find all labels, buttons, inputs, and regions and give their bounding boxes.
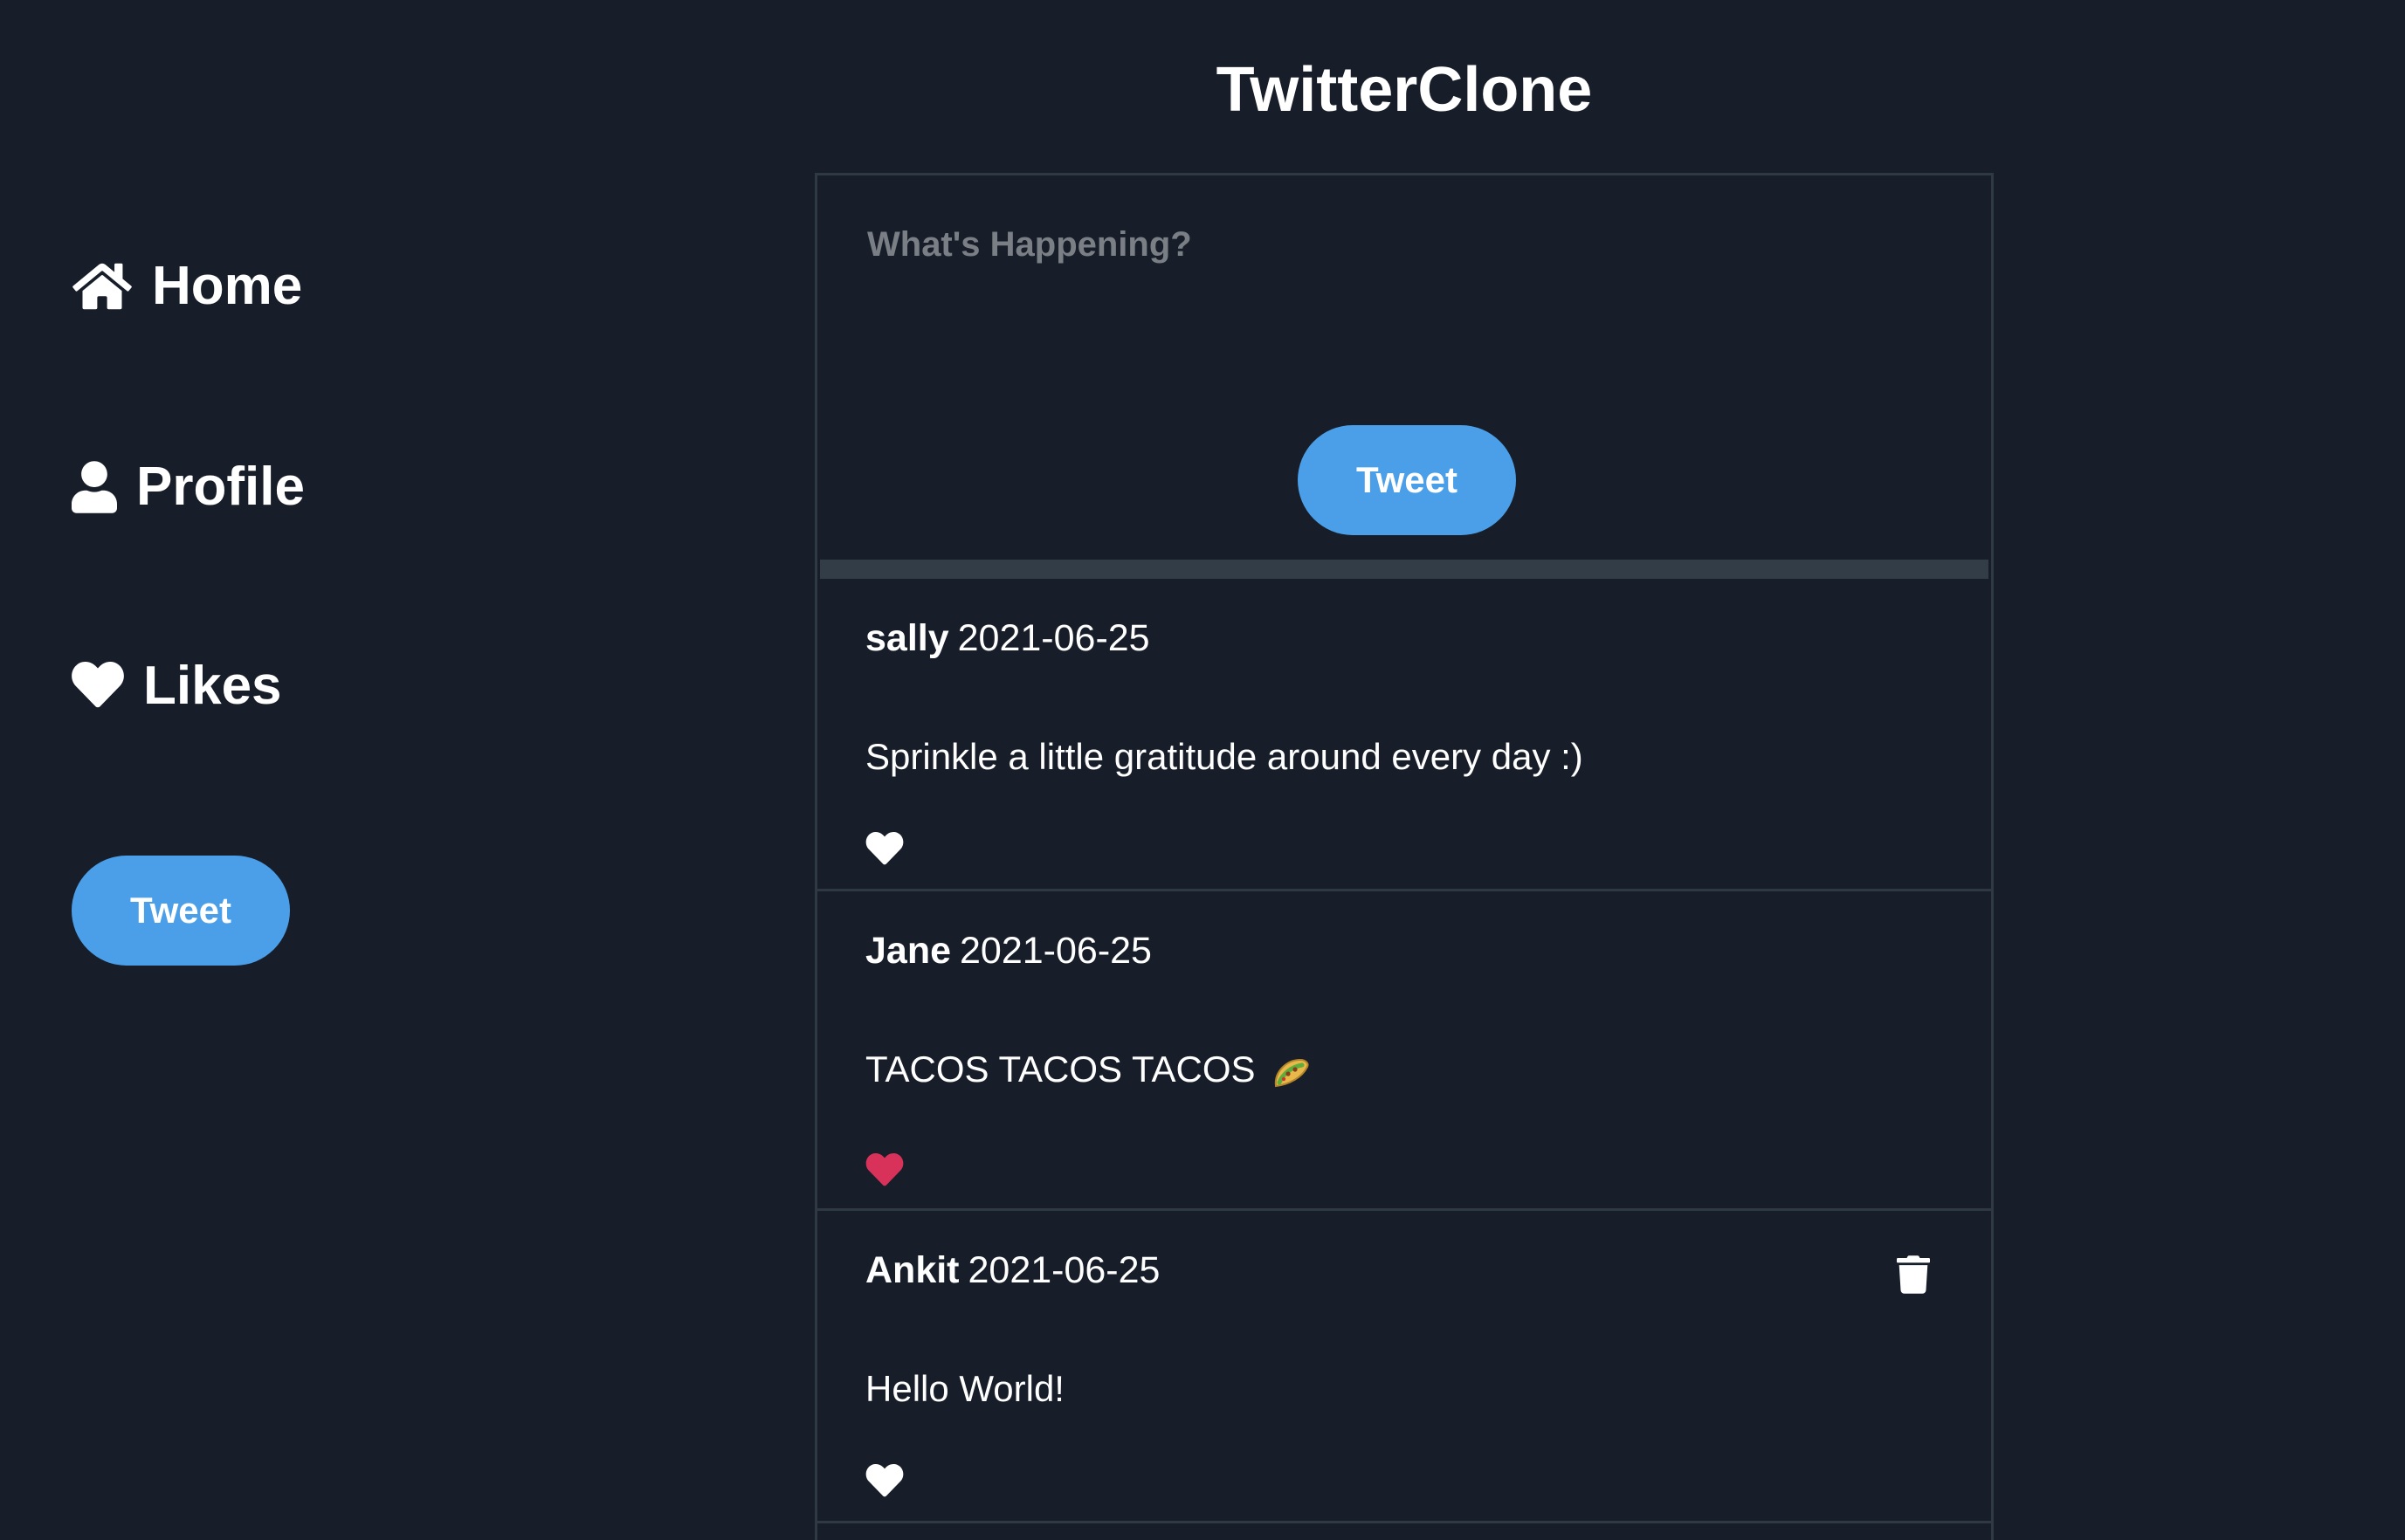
liked-heart-icon[interactable]: [865, 1153, 904, 1188]
tweet-header: sally 2021-06-25: [865, 617, 1150, 660]
heart-icon: [72, 661, 124, 711]
sidebar-item-home[interactable]: Home: [72, 255, 302, 317]
composer-tweet-button[interactable]: Tweet: [1298, 425, 1516, 535]
tweet-username[interactable]: sally: [865, 617, 949, 659]
tweet-item: Ankit 2021-06-25 Hello World!: [817, 1211, 1991, 1523]
page: Home Profile Likes Tweet TwitterClone Tw…: [0, 0, 2405, 1540]
like-heart-icon[interactable]: [865, 1464, 904, 1499]
tweet-header: Jane 2021-06-25: [865, 930, 1152, 973]
tweet-composer: Tweet: [817, 175, 1991, 560]
tweet-text-container: TACOS TACOS TACOS: [865, 1048, 1311, 1090]
tweet-username[interactable]: Ankit: [865, 1249, 960, 1291]
sidebar-item-label: Profile: [136, 457, 305, 517]
home-icon: [72, 260, 133, 313]
sidebar-tweet-button[interactable]: Tweet: [72, 856, 290, 966]
tweet-text: Hello World!: [865, 1368, 1065, 1409]
tweet-input[interactable]: [865, 223, 1917, 384]
sidebar-item-profile[interactable]: Profile: [72, 456, 305, 518]
tweet-date: 2021-06-25: [957, 617, 1150, 659]
composer-divider: [820, 560, 1988, 579]
tweet-date: 2021-06-25: [968, 1249, 1161, 1291]
sidebar-item-label: Home: [152, 256, 303, 316]
tweet-feed: sally 2021-06-25 Sprinkle a little gratit…: [817, 579, 1991, 1523]
tweet-item: sally 2021-06-25 Sprinkle a little gratit…: [817, 579, 1991, 891]
tweet-date: 2021-06-25: [960, 930, 1152, 972]
user-icon: [72, 460, 117, 514]
trash-icon[interactable]: [1897, 1255, 1930, 1295]
sidebar-item-likes[interactable]: Likes: [72, 655, 282, 717]
app-title: TwitterClone: [1216, 55, 1593, 125]
tweet-username[interactable]: Jane: [865, 930, 951, 972]
sidebar-item-label: Likes: [143, 656, 282, 716]
tweet-text: TACOS TACOS TACOS: [865, 1048, 1256, 1090]
taco-emoji-icon: [1271, 1055, 1311, 1090]
tweet-text: Sprinkle a little gratitude around every…: [865, 736, 1583, 777]
main-feed-column: Tweet sally2021-06-25 Sprinkle a little …: [815, 173, 1994, 1540]
like-heart-icon[interactable]: [865, 832, 904, 867]
tweet-item: Jane 2021-06-25 TACOS TACOS TACOS: [817, 891, 1991, 1211]
tweet-header: Ankit 2021-06-25: [865, 1249, 1160, 1292]
